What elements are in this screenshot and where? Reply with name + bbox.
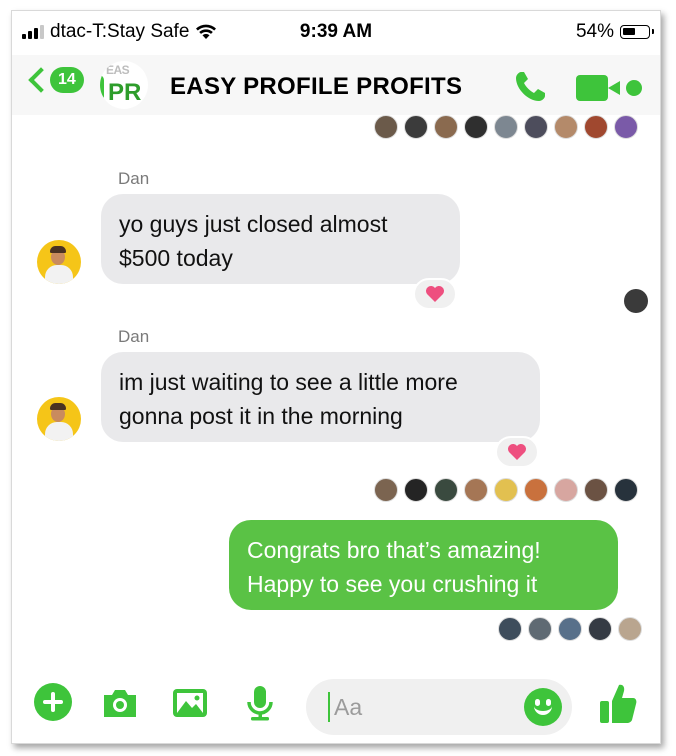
group-avatar-text-top: EAS	[106, 63, 130, 77]
sender-name: Dan	[118, 169, 150, 188]
chevron-left-icon	[28, 67, 54, 93]
unread-count-badge: 14	[50, 67, 84, 93]
read-receipt-avatar	[528, 617, 552, 641]
read-receipt-avatar	[584, 115, 608, 139]
sender-avatar[interactable]	[37, 240, 81, 284]
status-right: 54%	[575, 21, 654, 43]
image-icon[interactable]	[170, 683, 210, 723]
read-receipt-avatar	[524, 478, 548, 502]
heart-reaction[interactable]	[495, 436, 539, 468]
emoji-icon[interactable]	[524, 688, 562, 726]
read-receipt-avatar	[614, 115, 638, 139]
read-receipts-bottom	[498, 617, 642, 641]
message-line: im just waiting to see a little more	[119, 369, 458, 395]
read-receipt-avatar	[558, 617, 582, 641]
read-receipt-avatar	[614, 478, 638, 502]
read-receipt-avatar	[374, 478, 398, 502]
read-receipt-avatar	[554, 478, 578, 502]
message-line: Happy to see you crushing it	[247, 571, 538, 597]
group-avatar-text: PR	[108, 79, 142, 106]
avatar-ring	[100, 75, 104, 101]
message-line: $500 today	[119, 245, 233, 271]
read-receipt-avatar	[494, 115, 518, 139]
back-button[interactable]: 14	[28, 67, 84, 93]
incoming-message-bubble[interactable]: yo guys just closed almost $500 today	[101, 194, 460, 284]
read-receipt-avatar	[498, 617, 522, 641]
message-placeholder: Aa	[334, 693, 363, 720]
sender-name: Dan	[118, 327, 150, 346]
microphone-icon[interactable]	[240, 683, 280, 723]
video-camera-lens	[608, 81, 620, 95]
avatar-body	[45, 422, 73, 441]
message-line: yo guys just closed almost	[119, 211, 388, 237]
read-receipt-avatar	[588, 617, 612, 641]
incoming-message-bubble[interactable]: im just waiting to see a little more gon…	[101, 352, 540, 442]
read-receipts-middle	[374, 478, 638, 502]
read-receipt-avatar	[584, 478, 608, 502]
avatar-hair	[50, 403, 66, 410]
video-call-icon[interactable]	[576, 75, 644, 101]
heart-icon	[426, 286, 444, 302]
heart-reaction[interactable]	[413, 278, 457, 310]
battery-percent: 54%	[575, 21, 614, 42]
emoji-left-eye	[535, 699, 540, 706]
sender-avatar[interactable]	[37, 397, 81, 441]
message-line: gonna post it in the morning	[119, 403, 403, 429]
read-receipt-avatar	[464, 478, 488, 502]
status-bar: dtac-T:Stay Safe 9:39 AM 54%	[12, 11, 660, 55]
battery-icon	[620, 25, 654, 39]
message-line: Congrats bro that’s amazing!	[247, 537, 541, 563]
text-caret	[328, 692, 330, 722]
camera-icon[interactable]	[100, 683, 140, 723]
video-camera-body	[576, 75, 608, 101]
plus-button[interactable]	[34, 683, 74, 723]
read-receipt-avatar	[434, 115, 458, 139]
read-receipt-avatar	[464, 115, 488, 139]
read-receipt-avatar	[374, 115, 398, 139]
thumbs-up-icon[interactable]	[598, 681, 638, 725]
read-receipt-avatar	[404, 478, 428, 502]
read-receipt-avatar	[554, 115, 578, 139]
conversation-title[interactable]: EASY PROFILE PROFITS	[170, 73, 462, 101]
active-call-dot	[626, 80, 642, 96]
group-avatar[interactable]: EAS PR	[100, 61, 148, 109]
read-receipt-avatar	[618, 617, 642, 641]
read-receipt-avatar	[494, 478, 518, 502]
read-receipt-avatar	[524, 115, 548, 139]
heart-icon	[508, 444, 526, 460]
read-receipt-avatar	[434, 478, 458, 502]
avatar-body	[45, 265, 73, 284]
message-composer: Aa	[12, 669, 660, 743]
phone-call-icon[interactable]	[512, 69, 548, 105]
clock: 9:39 AM	[299, 21, 373, 42]
battery-level	[623, 28, 635, 35]
plus-icon	[34, 683, 72, 721]
read-receipt-avatar	[624, 289, 648, 313]
avatar-hair	[50, 246, 66, 253]
read-receipt-avatar	[404, 115, 428, 139]
messenger-screen: dtac-T:Stay Safe 9:39 AM 54% 14 EAS PR E…	[11, 10, 661, 744]
emoji-right-eye	[546, 699, 551, 706]
read-receipts-top	[374, 115, 638, 139]
emoji-mouth	[534, 706, 552, 715]
chat-header: 14 EAS PR EASY PROFILE PROFITS	[12, 55, 660, 115]
outgoing-message-bubble[interactable]: Congrats bro that’s amazing! Happy to se…	[229, 520, 618, 610]
battery-cap	[652, 29, 654, 34]
